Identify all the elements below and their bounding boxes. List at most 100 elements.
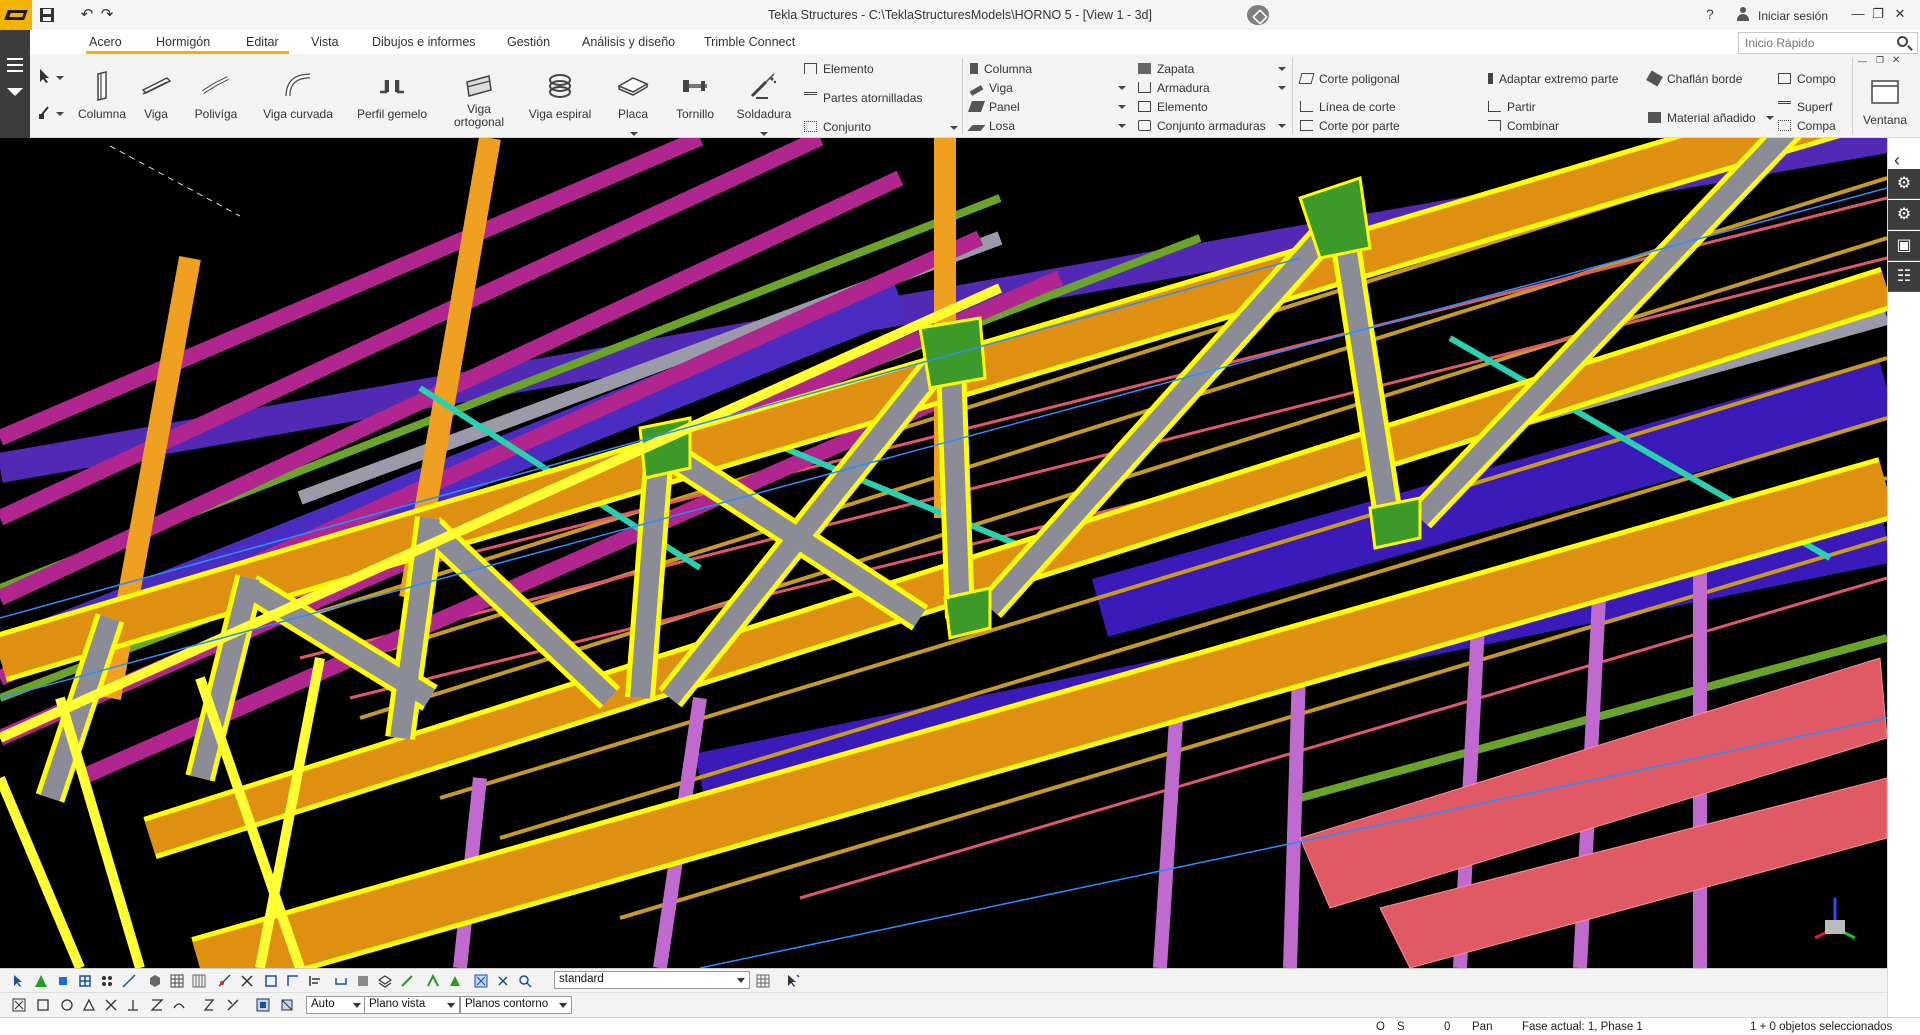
chevron-down-icon[interactable] [56, 76, 64, 80]
applications-icon[interactable]: ☷ [1888, 262, 1920, 292]
part-cut-button[interactable]: Corte por parte [1300, 119, 1400, 133]
app-logo[interactable] [0, 0, 32, 30]
profile-icon[interactable] [334, 974, 348, 988]
tab-acero[interactable]: Acero [89, 35, 122, 49]
restore-icon[interactable]: ❐ [1868, 6, 1888, 22]
weld-button[interactable]: Soldadura [732, 70, 796, 121]
select-all-icon[interactable] [12, 974, 26, 988]
chevron-down-icon[interactable] [1118, 124, 1126, 128]
close-icon[interactable]: ✕ [1890, 6, 1910, 22]
catalog-icon[interactable]: ▣ [1888, 231, 1920, 261]
save-icon[interactable] [36, 4, 58, 26]
measure-icon[interactable] [400, 974, 414, 988]
snap-end-icon[interactable] [12, 998, 26, 1012]
chevron-down-icon[interactable] [950, 126, 958, 130]
ribbon-min-icon[interactable]: — [1858, 56, 1867, 66]
slab-button[interactable]: Losa [967, 119, 1015, 133]
window-button[interactable]: Ventana [1856, 76, 1914, 127]
snap-points-icon[interactable] [426, 974, 440, 988]
settings-icon[interactable]: ⚙ [1888, 200, 1920, 230]
beam-button[interactable]: Viga [134, 70, 178, 121]
panel-button[interactable]: Panel [967, 100, 1020, 114]
curved-beam-button[interactable]: Viga curvada [254, 70, 342, 121]
tab-gestion[interactable]: Gestión [507, 35, 550, 49]
properties-icon[interactable]: ⚙ [1888, 169, 1920, 199]
snap-intersection-icon[interactable] [496, 974, 510, 988]
polybeam-button[interactable]: Polivíga [188, 70, 244, 121]
tab-editar[interactable]: Editar [246, 35, 279, 49]
zoom-icon[interactable] [518, 974, 532, 988]
chevron-down-icon[interactable] [1766, 116, 1774, 120]
snap-circle-icon[interactable] [60, 998, 74, 1012]
trimble-connect-icon[interactable] [1247, 5, 1269, 25]
chevron-left-icon[interactable]: ‹ [1894, 150, 1900, 171]
help-icon[interactable]: ? [1706, 6, 1714, 22]
split-button[interactable]: Partir [1488, 100, 1536, 114]
search-icon[interactable] [1897, 36, 1908, 47]
chevron-down-icon[interactable] [1278, 86, 1286, 90]
snap-perpendicular-icon[interactable] [126, 998, 140, 1012]
tab-analisis-diseno[interactable]: Análisis y diseño [582, 35, 675, 49]
chevron-down-icon[interactable] [760, 132, 768, 136]
snap-extension-icon[interactable] [150, 998, 164, 1012]
select-components-icon[interactable] [192, 974, 206, 988]
concrete-column-button[interactable]: Columna [970, 62, 1032, 76]
layers-icon[interactable] [378, 974, 392, 988]
edge-chamfer-button[interactable]: Chaflán borde [1646, 70, 1742, 87]
sign-in-link[interactable]: Iniciar sesión [1758, 9, 1828, 23]
view-settings-select[interactable]: standard [554, 971, 750, 989]
snap-square-icon[interactable] [36, 998, 50, 1012]
align-icon[interactable] [308, 974, 322, 988]
chevron-down-icon[interactable] [1278, 67, 1286, 71]
fit-part-end-button[interactable]: Adaptar extremo parte [1488, 72, 1618, 86]
select-points-icon[interactable] [34, 974, 48, 988]
select-reference-icon[interactable] [170, 974, 184, 988]
snap-any-icon[interactable] [202, 998, 216, 1012]
steel-element-button[interactable]: Elemento [804, 62, 874, 76]
ortho-indicator[interactable]: O [1376, 1021, 1385, 1033]
tab-vista[interactable]: Vista [311, 35, 339, 49]
snap-nearest-icon[interactable] [226, 998, 240, 1012]
plane-icon[interactable] [356, 974, 370, 988]
plane-view-select[interactable]: Plano vista [364, 996, 460, 1014]
snap-arc-icon[interactable] [172, 998, 186, 1012]
chevron-down-icon[interactable] [1278, 124, 1286, 128]
assembly-button[interactable]: Conjunto [804, 120, 871, 134]
footing-button[interactable]: Zapata [1138, 62, 1194, 76]
ribbon-restore-icon[interactable]: ❐ [1876, 55, 1884, 66]
chevron-down-icon[interactable] [56, 112, 64, 116]
snap-geometry-icon[interactable] [280, 998, 294, 1012]
snap-plane-icon[interactable] [256, 998, 270, 1012]
component-button[interactable]: Compo [1778, 72, 1836, 86]
select-arrow-icon[interactable] [38, 68, 52, 87]
select-lines-icon[interactable] [122, 974, 136, 988]
snap-mid-icon[interactable] [448, 974, 462, 988]
snap-tool-icon[interactable] [38, 104, 52, 123]
compare-button[interactable]: Compa [1778, 119, 1836, 133]
concrete-beam-button[interactable]: Viga [969, 81, 1013, 96]
cut-icon[interactable] [240, 974, 254, 988]
draw-icon[interactable] [286, 974, 300, 988]
menu-icon[interactable] [7, 58, 23, 72]
orthogonal-beam-button[interactable]: Viga ortogonal [446, 70, 512, 129]
column-button[interactable]: Columna [74, 70, 130, 121]
added-material-button[interactable]: Material añadido [1648, 111, 1756, 125]
snap-tools-icon[interactable] [218, 974, 232, 988]
rebar-button[interactable]: Armadura [1138, 81, 1210, 95]
combine-button[interactable]: Combinar [1488, 119, 1559, 133]
minimize-icon[interactable]: — [1848, 6, 1868, 21]
grid-settings-icon[interactable] [756, 974, 770, 988]
snap-triangle-icon[interactable] [82, 998, 96, 1012]
line-cut-button[interactable]: Línea de corte [1300, 100, 1396, 114]
snap-center-icon[interactable] [474, 974, 488, 988]
model-view-3d[interactable] [0, 138, 1887, 968]
chevron-down-icon[interactable] [1118, 86, 1126, 90]
polygon-cut-button[interactable]: Corte poligonal [1298, 72, 1400, 86]
chevron-down-icon[interactable] [7, 88, 23, 96]
snap-cross-icon[interactable] [104, 998, 118, 1012]
ribbon-close-icon[interactable]: ✕ [1892, 55, 1900, 66]
chevron-down-icon[interactable] [630, 132, 638, 136]
bolt-button[interactable]: Tornillo [666, 70, 724, 121]
rebar-assembly-button[interactable]: Conjunto armaduras [1138, 119, 1266, 133]
redo-icon[interactable]: ↷ [96, 4, 118, 26]
